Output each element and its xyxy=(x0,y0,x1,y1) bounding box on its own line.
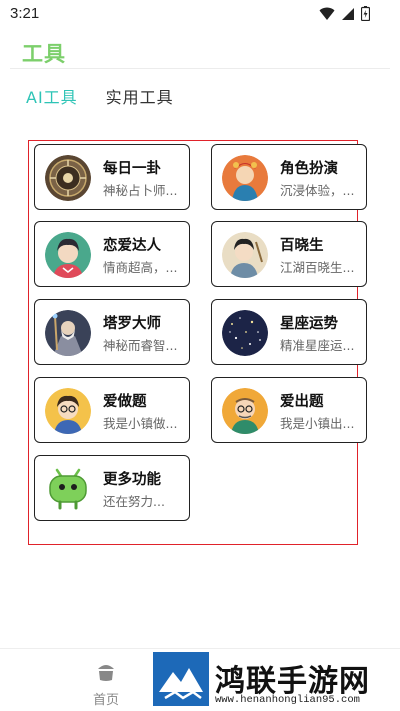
wizard-avatar xyxy=(45,310,91,356)
bagua-compass-avatar xyxy=(45,155,91,201)
watermark-logo xyxy=(153,652,209,706)
card-title: 百晓生 xyxy=(280,238,324,254)
card-description: 还在努力... xyxy=(103,494,165,509)
teacher-avatar xyxy=(222,388,268,434)
tool-card-love-solving[interactable]: 爱做题 我是小镇做... xyxy=(34,377,190,443)
card-description: 神秘而睿智... xyxy=(103,338,178,353)
tool-card-role-play[interactable]: 角色扮演 沉浸体验，... xyxy=(211,144,367,210)
status-icons xyxy=(319,6,370,21)
card-title: 塔罗大师 xyxy=(103,316,161,332)
tab-bar: AI工具 实用工具 xyxy=(26,84,174,108)
card-title: 爱做题 xyxy=(103,394,147,410)
nav-home[interactable]: 首页 xyxy=(82,659,130,708)
card-title: 爱出题 xyxy=(280,394,324,410)
tool-card-know-all[interactable]: 百晓生 江湖百晓生... xyxy=(211,221,367,287)
opera-character-avatar xyxy=(222,155,268,201)
tool-card-love-expert[interactable]: 恋爱达人 情商超高，... xyxy=(34,221,190,287)
card-description: 我是小镇出... xyxy=(280,416,355,431)
card-description: 精准星座运... xyxy=(280,338,355,353)
card-title: 角色扮演 xyxy=(280,161,338,177)
card-description: 江湖百晓生... xyxy=(280,260,355,275)
tool-card-daily-divination[interactable]: 每日一卦 神秘占卜师... xyxy=(34,144,190,210)
home-icon xyxy=(98,665,114,681)
tool-card-love-questions[interactable]: 爱出题 我是小镇出... xyxy=(211,377,367,443)
scholar-avatar xyxy=(222,232,268,278)
tab-ai-tools[interactable]: AI工具 xyxy=(26,84,78,108)
battery-icon xyxy=(361,6,370,21)
card-title: 恋爱达人 xyxy=(103,238,161,254)
tool-card-horoscope[interactable]: 星座运势 精准星座运... xyxy=(211,299,367,365)
handsome-man-avatar xyxy=(45,232,91,278)
nav-home-label: 首页 xyxy=(92,693,119,708)
status-time: 3:21 xyxy=(10,5,40,22)
card-title: 星座运势 xyxy=(280,316,338,332)
tab-utility-tools[interactable]: 实用工具 xyxy=(106,84,174,108)
student-boy-avatar xyxy=(45,388,91,434)
card-title: 更多功能 xyxy=(103,472,161,488)
card-title: 每日一卦 xyxy=(103,161,161,177)
wifi-icon xyxy=(319,7,335,20)
title-divider xyxy=(10,68,390,69)
tool-card-more-features[interactable]: 更多功能 还在努力... xyxy=(34,455,190,521)
card-description: 神秘占卜师... xyxy=(103,183,178,198)
card-description: 我是小镇做... xyxy=(103,416,178,431)
green-robot-avatar xyxy=(45,466,91,512)
card-description: 沉浸体验，... xyxy=(280,183,355,198)
starry-sky-avatar xyxy=(222,310,268,356)
tool-card-tarot-master[interactable]: 塔罗大师 神秘而睿智... xyxy=(34,299,190,365)
card-description: 情商超高，... xyxy=(103,260,178,275)
watermark: 鸿联手游网 www.henanhonglian95.com xyxy=(153,652,400,711)
page-title: 工具 xyxy=(22,42,66,66)
watermark-url: www.henanhonglian95.com xyxy=(215,694,360,706)
signal-icon xyxy=(342,7,354,20)
status-bar: 3:21 xyxy=(0,0,400,30)
